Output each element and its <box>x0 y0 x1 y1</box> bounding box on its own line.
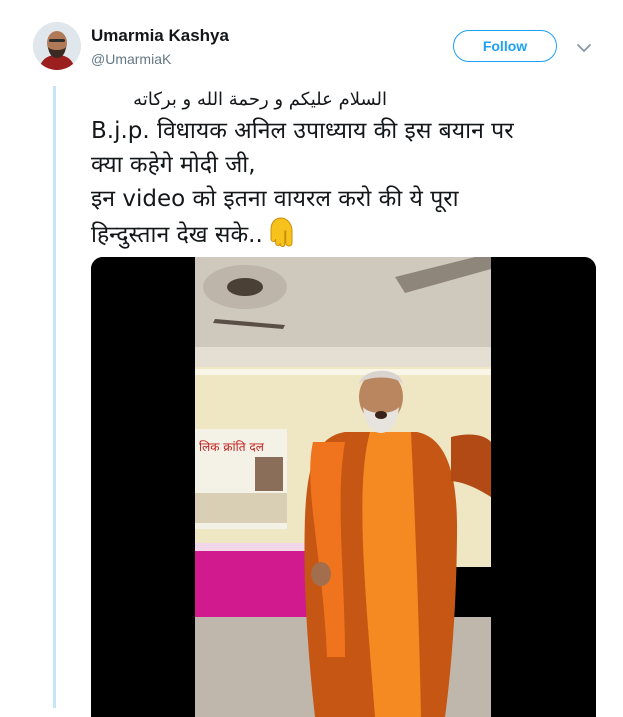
tweet-greeting: السلام عليكم و رحمة الله و بركاته <box>133 89 387 110</box>
display-name[interactable]: Umarmia Kashya <box>91 26 229 46</box>
thread-line <box>53 86 56 708</box>
avatar[interactable] <box>33 22 81 70</box>
tweet-line-last: हिन्दुस्तान देख सके.. <box>91 216 606 258</box>
video-player[interactable]: लिक क्रांति दल <box>91 257 596 717</box>
user-handle[interactable]: @UmarmiaK <box>91 51 171 67</box>
follow-button[interactable]: Follow <box>453 30 557 62</box>
video-frame: लिक क्रांति दल <box>91 257 596 717</box>
avatar-image <box>33 22 81 70</box>
tweet-line: क्या कहेगे मोदी जी, <box>91 152 256 178</box>
tweet-text: السلام عليكم و رحمة الله و بركاته B.j.p.… <box>91 86 606 258</box>
chevron-down-icon[interactable] <box>574 38 594 58</box>
tweet-line: इन video को इतना वायरल करो की ये पूरा <box>91 186 459 212</box>
banner-text: लिक क्रांति दल <box>199 440 265 454</box>
pointing-down-hand-icon <box>267 216 295 258</box>
tweet-line: B.j.p. विधायक अनिल उपाध्याय की इस बयान प… <box>91 118 514 144</box>
tweet-line-text: हिन्दुस्तान देख सके.. <box>91 222 263 248</box>
